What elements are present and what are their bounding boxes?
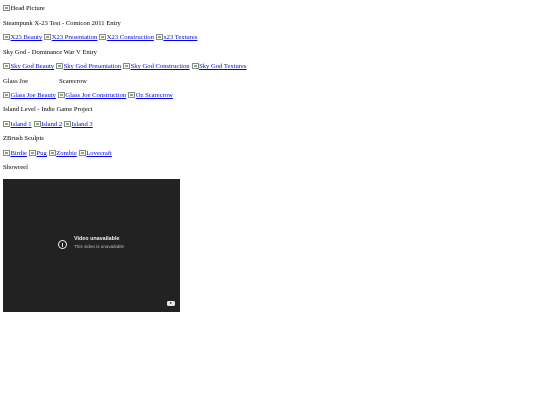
header-image-alt: Head Picture bbox=[10, 5, 45, 12]
image-link-glass-joe-beauty[interactable]: Glass Joe Beauty bbox=[3, 92, 56, 100]
image-link-x23-construction[interactable]: X23 Construction bbox=[99, 34, 154, 42]
broken-image-icon bbox=[3, 150, 10, 156]
image-link-x23-textures[interactable]: x23 Textures bbox=[155, 34, 198, 42]
broken-image-icon bbox=[28, 150, 36, 156]
broken-image-icon bbox=[44, 34, 52, 40]
image-link-pug[interactable]: Pug bbox=[28, 150, 47, 158]
section-title: Steampunk X-23 Test - Comicon 2011 Entry bbox=[3, 20, 121, 27]
image-link-label: Sky God Presentation bbox=[63, 63, 122, 70]
image-link-lovecraft[interactable]: Lovecraft bbox=[78, 150, 112, 158]
video-subtitle: This video is unavailable bbox=[74, 244, 125, 249]
broken-image-icon bbox=[191, 63, 199, 69]
video-title: Video unavailable bbox=[74, 236, 120, 242]
info-icon bbox=[58, 240, 67, 249]
image-link-label: Birdie bbox=[10, 150, 27, 157]
image-link-label: Oz Scarecrow bbox=[135, 92, 173, 99]
image-link-label: Island 3 bbox=[71, 121, 93, 128]
section-title: Showreel bbox=[3, 164, 28, 171]
broken-image-icon bbox=[56, 63, 64, 69]
section-title-glass-joe: Glass Joe Scarecrow bbox=[3, 78, 87, 86]
image-link-label: Glass Joe Construction bbox=[65, 92, 127, 99]
broken-image-icon bbox=[3, 92, 10, 98]
section-title-left: Glass Joe bbox=[3, 78, 29, 85]
section-title: ZBrush Sculpts bbox=[3, 135, 44, 142]
image-link-label: Pug bbox=[36, 150, 47, 157]
broken-image-icon bbox=[99, 34, 107, 40]
image-link-sky-god-construction[interactable]: Sky God Construction bbox=[123, 63, 190, 71]
image-link-label: Sky God Textures bbox=[199, 63, 247, 70]
image-link-label: Island 1 bbox=[10, 121, 32, 128]
section-title: Island Level - Indie Game Project bbox=[3, 106, 93, 113]
header-image: Head Picture bbox=[3, 5, 45, 13]
link-row-sky-god: Sky God Beauty Sky God Presentation Sky Go… bbox=[3, 63, 249, 71]
image-link-label: Island 2 bbox=[41, 121, 63, 128]
section-title-showreel: Showreel bbox=[3, 164, 28, 172]
image-link-x23-beauty[interactable]: X23 Beauty bbox=[3, 34, 42, 42]
broken-image-icon bbox=[123, 63, 131, 69]
section-title: Sky God - Dominance War V Entry bbox=[3, 49, 97, 56]
image-link-x23-presentation[interactable]: X23 Presentation bbox=[44, 34, 97, 42]
section-title-island: Island Level - Indie Game Project bbox=[3, 106, 93, 114]
broken-image-icon bbox=[57, 92, 65, 98]
link-row-island: Island 1 Island 2 Island 3 bbox=[3, 121, 95, 129]
image-link-label: Sky God Beauty bbox=[10, 63, 55, 70]
image-link-island-3[interactable]: Island 3 bbox=[64, 121, 93, 129]
section-title-right: Scarecrow bbox=[59, 78, 87, 85]
broken-image-icon bbox=[3, 121, 10, 127]
image-link-sky-god-textures[interactable]: Sky God Textures bbox=[191, 63, 247, 71]
image-link-oz-scarecrow[interactable]: Oz Scarecrow bbox=[128, 92, 173, 100]
broken-image-icon bbox=[78, 150, 86, 156]
image-link-label: Sky God Construction bbox=[130, 63, 190, 70]
image-link-label: X23 Presentation bbox=[51, 34, 98, 41]
broken-image-icon bbox=[64, 121, 72, 127]
image-link-sky-god-beauty[interactable]: Sky God Beauty bbox=[3, 63, 54, 71]
section-title-x23: Steampunk X-23 Test - Comicon 2011 Entry bbox=[3, 20, 121, 28]
image-link-island-2[interactable]: Island 2 bbox=[33, 121, 63, 129]
broken-image-icon bbox=[155, 34, 163, 40]
link-row-zbrush: Birdie Pug Zombie Lovecraft bbox=[3, 150, 114, 158]
broken-image-icon bbox=[128, 92, 136, 98]
link-row-x23: X23 Beauty X23 Presentation X23 Constructi… bbox=[3, 34, 199, 42]
image-link-label: Zombie bbox=[56, 150, 77, 157]
broken-image-icon bbox=[48, 150, 56, 156]
image-link-glass-joe-construction[interactable]: Glass Joe Construction bbox=[57, 92, 127, 100]
image-link-zombie[interactable]: Zombie bbox=[48, 150, 77, 158]
section-title-zbrush: ZBrush Sculpts bbox=[3, 135, 44, 143]
video-player[interactable]: Video unavailable This video is unavaila… bbox=[3, 179, 180, 312]
image-link-label: X23 Beauty bbox=[10, 34, 43, 41]
youtube-icon[interactable] bbox=[167, 301, 175, 306]
video-unavailable-message: Video unavailable This video is unavaila… bbox=[58, 236, 124, 250]
image-link-island-1[interactable]: Island 1 bbox=[3, 121, 32, 129]
image-link-label: X23 Construction bbox=[106, 34, 154, 41]
image-link-label: Lovecraft bbox=[86, 150, 112, 157]
image-link-label: x23 Textures bbox=[163, 34, 198, 41]
broken-image-icon bbox=[3, 34, 10, 40]
image-link-label: Glass Joe Beauty bbox=[10, 92, 56, 99]
broken-image-icon bbox=[3, 5, 10, 11]
broken-image-icon bbox=[3, 63, 10, 69]
image-link-sky-god-presentation[interactable]: Sky God Presentation bbox=[56, 63, 121, 71]
image-link-birdie[interactable]: Birdie bbox=[3, 150, 27, 158]
section-title-sky-god: Sky God - Dominance War V Entry bbox=[3, 49, 97, 57]
link-row-glass-joe: Glass Joe Beauty Glass Joe Construction Oz… bbox=[3, 92, 175, 100]
broken-image-icon bbox=[33, 121, 41, 127]
